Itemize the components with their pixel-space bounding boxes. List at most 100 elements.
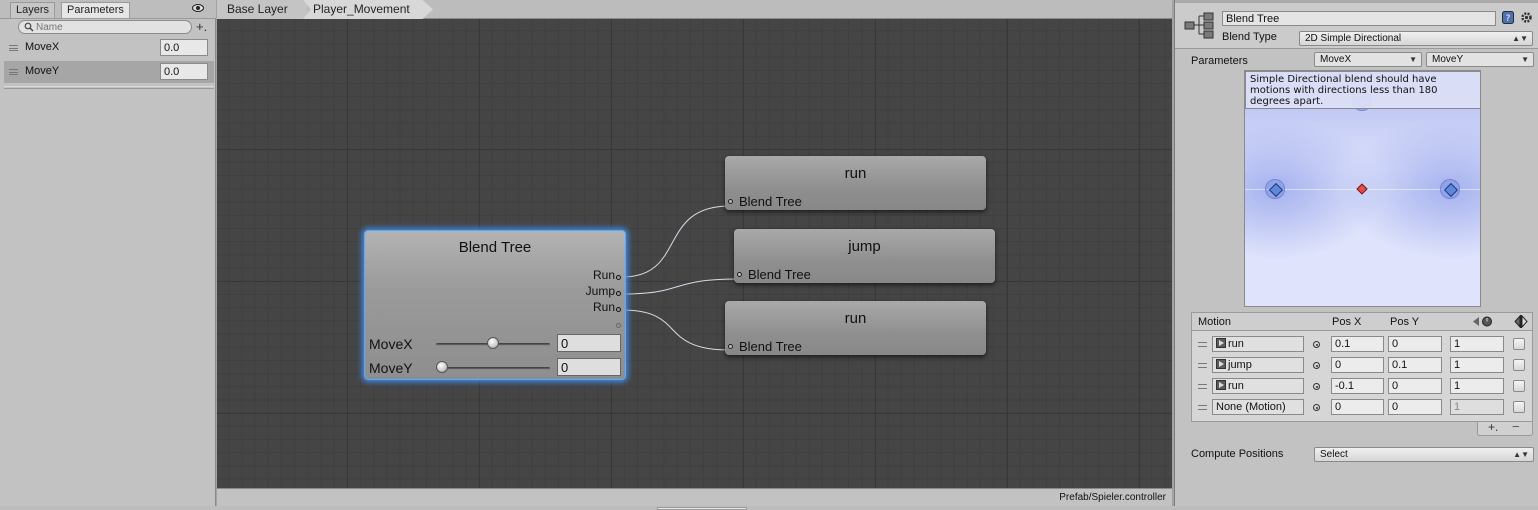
object-picker-icon[interactable] xyxy=(1313,404,1320,411)
pos-x-field[interactable] xyxy=(1331,336,1384,352)
tab-parameters[interactable]: Parameters xyxy=(61,2,130,18)
mirror-checkbox[interactable] xyxy=(1513,401,1525,413)
parameter-search[interactable] xyxy=(18,20,192,34)
motion-table-header: Motion Pos X Pos Y xyxy=(1192,313,1532,331)
mirror-icon[interactable] xyxy=(1514,315,1528,328)
motion-node-jump[interactable]: jump Blend Tree xyxy=(734,229,995,283)
blend-type-value: 2D Simple Directional xyxy=(1305,33,1402,44)
slider-value-field[interactable] xyxy=(557,358,621,376)
pos-x-field[interactable] xyxy=(1331,399,1384,415)
object-picker-icon[interactable] xyxy=(1313,341,1320,348)
blend-tree-name-field[interactable] xyxy=(1222,11,1496,26)
slider-row-movey: MoveY xyxy=(369,358,621,378)
input-port-label: Blend Tree xyxy=(739,339,802,354)
input-port-label: Blend Tree xyxy=(748,267,811,282)
slider-thumb[interactable] xyxy=(436,361,448,373)
pos-y-field[interactable] xyxy=(1388,378,1442,394)
drag-handle-icon[interactable] xyxy=(9,45,18,51)
object-picker-icon[interactable] xyxy=(1313,362,1320,369)
graph-canvas[interactable]: Blend Tree Run Jump Run MoveX MoveY ru xyxy=(217,19,1172,488)
breadcrumb-player-movement[interactable]: Player_Movement xyxy=(303,0,433,19)
output-port[interactable] xyxy=(616,291,621,296)
add-output-port[interactable] xyxy=(616,323,621,328)
parameter-x-dropdown[interactable]: MoveX ▼ xyxy=(1314,52,1422,67)
mirror-checkbox[interactable] xyxy=(1513,338,1525,350)
blend-space-view[interactable]: Simple Directional blend should have mot… xyxy=(1244,70,1481,307)
motion-object-field[interactable]: run xyxy=(1212,336,1304,352)
gear-icon[interactable] xyxy=(1520,11,1533,24)
mirror-checkbox[interactable] xyxy=(1513,359,1525,371)
motion-node-run[interactable]: run Blend Tree xyxy=(725,156,986,210)
search-input[interactable] xyxy=(36,21,186,33)
node-title: run xyxy=(844,310,867,327)
slider-value-field[interactable] xyxy=(557,334,621,352)
tab-layers[interactable]: Layers xyxy=(10,2,56,18)
parameter-row-movex[interactable]: MoveX xyxy=(4,37,214,59)
slider-thumb[interactable] xyxy=(487,337,499,349)
compute-positions-label: Compute Positions xyxy=(1191,448,1284,460)
blend-type-dropdown[interactable]: 2D Simple Directional ▲▼ xyxy=(1299,31,1533,46)
speed-field[interactable] xyxy=(1450,357,1504,373)
pos-x-field[interactable] xyxy=(1331,357,1384,373)
chevron-down-icon: ▲▼ xyxy=(1512,34,1528,43)
parameter-value-field[interactable] xyxy=(160,63,208,80)
blend-type-label: Blend Type xyxy=(1222,31,1277,43)
parameter-row-movey[interactable]: MoveY xyxy=(4,61,214,83)
pos-y-field[interactable] xyxy=(1388,336,1442,352)
node-title: jump xyxy=(848,238,881,255)
speed-field[interactable] xyxy=(1450,378,1504,394)
compute-positions-dropdown[interactable]: Select ▲▼ xyxy=(1314,447,1534,462)
help-icon[interactable]: ? xyxy=(1502,11,1514,24)
drag-handle-icon[interactable] xyxy=(1198,363,1207,368)
motion-row: run xyxy=(1192,334,1532,355)
input-port[interactable] xyxy=(728,199,733,204)
controller-path: Prefab/Spieler.controller xyxy=(1059,492,1166,503)
compute-positions-value: Select xyxy=(1320,449,1348,460)
input-port[interactable] xyxy=(737,272,742,277)
connection-line xyxy=(621,278,740,295)
motion-node-run[interactable]: run Blend Tree xyxy=(725,301,986,355)
output-label: Run xyxy=(592,300,615,314)
connection-line xyxy=(621,309,731,351)
motion-object-field[interactable]: run xyxy=(1212,378,1304,394)
motion-name: run xyxy=(1228,338,1244,350)
add-motion-button[interactable]: +. xyxy=(1488,420,1498,434)
pos-y-field[interactable] xyxy=(1388,357,1442,373)
speed-field[interactable] xyxy=(1450,399,1504,415)
parameters-label: Parameters xyxy=(1191,55,1248,67)
column-header-pos-x: Pos X xyxy=(1332,316,1362,328)
output-label: Jump xyxy=(585,284,615,298)
drag-handle-icon[interactable] xyxy=(1198,405,1207,410)
drag-handle-icon[interactable] xyxy=(9,69,18,75)
motion-point-run-left[interactable] xyxy=(1265,179,1285,199)
speed-field[interactable] xyxy=(1450,336,1504,352)
motion-object-field[interactable]: jump xyxy=(1212,357,1304,373)
breadcrumb-base-layer[interactable]: Base Layer xyxy=(217,0,307,19)
output-port[interactable] xyxy=(616,275,621,280)
animation-clip-icon xyxy=(1216,380,1226,390)
parameter-name: MoveY xyxy=(25,65,60,77)
slider-track[interactable] xyxy=(436,367,550,370)
eye-icon[interactable] xyxy=(192,3,204,13)
pos-y-field[interactable] xyxy=(1388,399,1442,415)
motion-point-run-right[interactable] xyxy=(1440,179,1460,199)
drag-handle-icon[interactable] xyxy=(1198,384,1207,389)
remove-motion-button[interactable]: − xyxy=(1512,419,1520,434)
pos-x-field[interactable] xyxy=(1331,378,1384,394)
chevron-down-icon: ▼ xyxy=(1521,55,1529,64)
motion-object-field[interactable]: None (Motion) xyxy=(1212,399,1304,415)
mirror-checkbox[interactable] xyxy=(1513,380,1525,392)
input-port[interactable] xyxy=(728,344,733,349)
add-parameter-button[interactable]: +. xyxy=(196,19,207,34)
column-header-pos-y: Pos Y xyxy=(1390,316,1420,328)
speed-clock-icon[interactable] xyxy=(1472,316,1494,327)
animation-clip-icon xyxy=(1216,359,1226,369)
object-picker-icon[interactable] xyxy=(1313,383,1320,390)
motion-list-footer: +. − xyxy=(1477,419,1533,436)
parameter-value-field[interactable] xyxy=(160,39,208,56)
output-port[interactable] xyxy=(616,307,621,312)
drag-handle-icon[interactable] xyxy=(1198,342,1207,347)
parameter-y-dropdown[interactable]: MoveY ▼ xyxy=(1426,52,1534,67)
slider-row-movex: MoveX xyxy=(369,334,621,354)
blend-tree-node[interactable]: Blend Tree Run Jump Run MoveX MoveY xyxy=(364,230,626,380)
